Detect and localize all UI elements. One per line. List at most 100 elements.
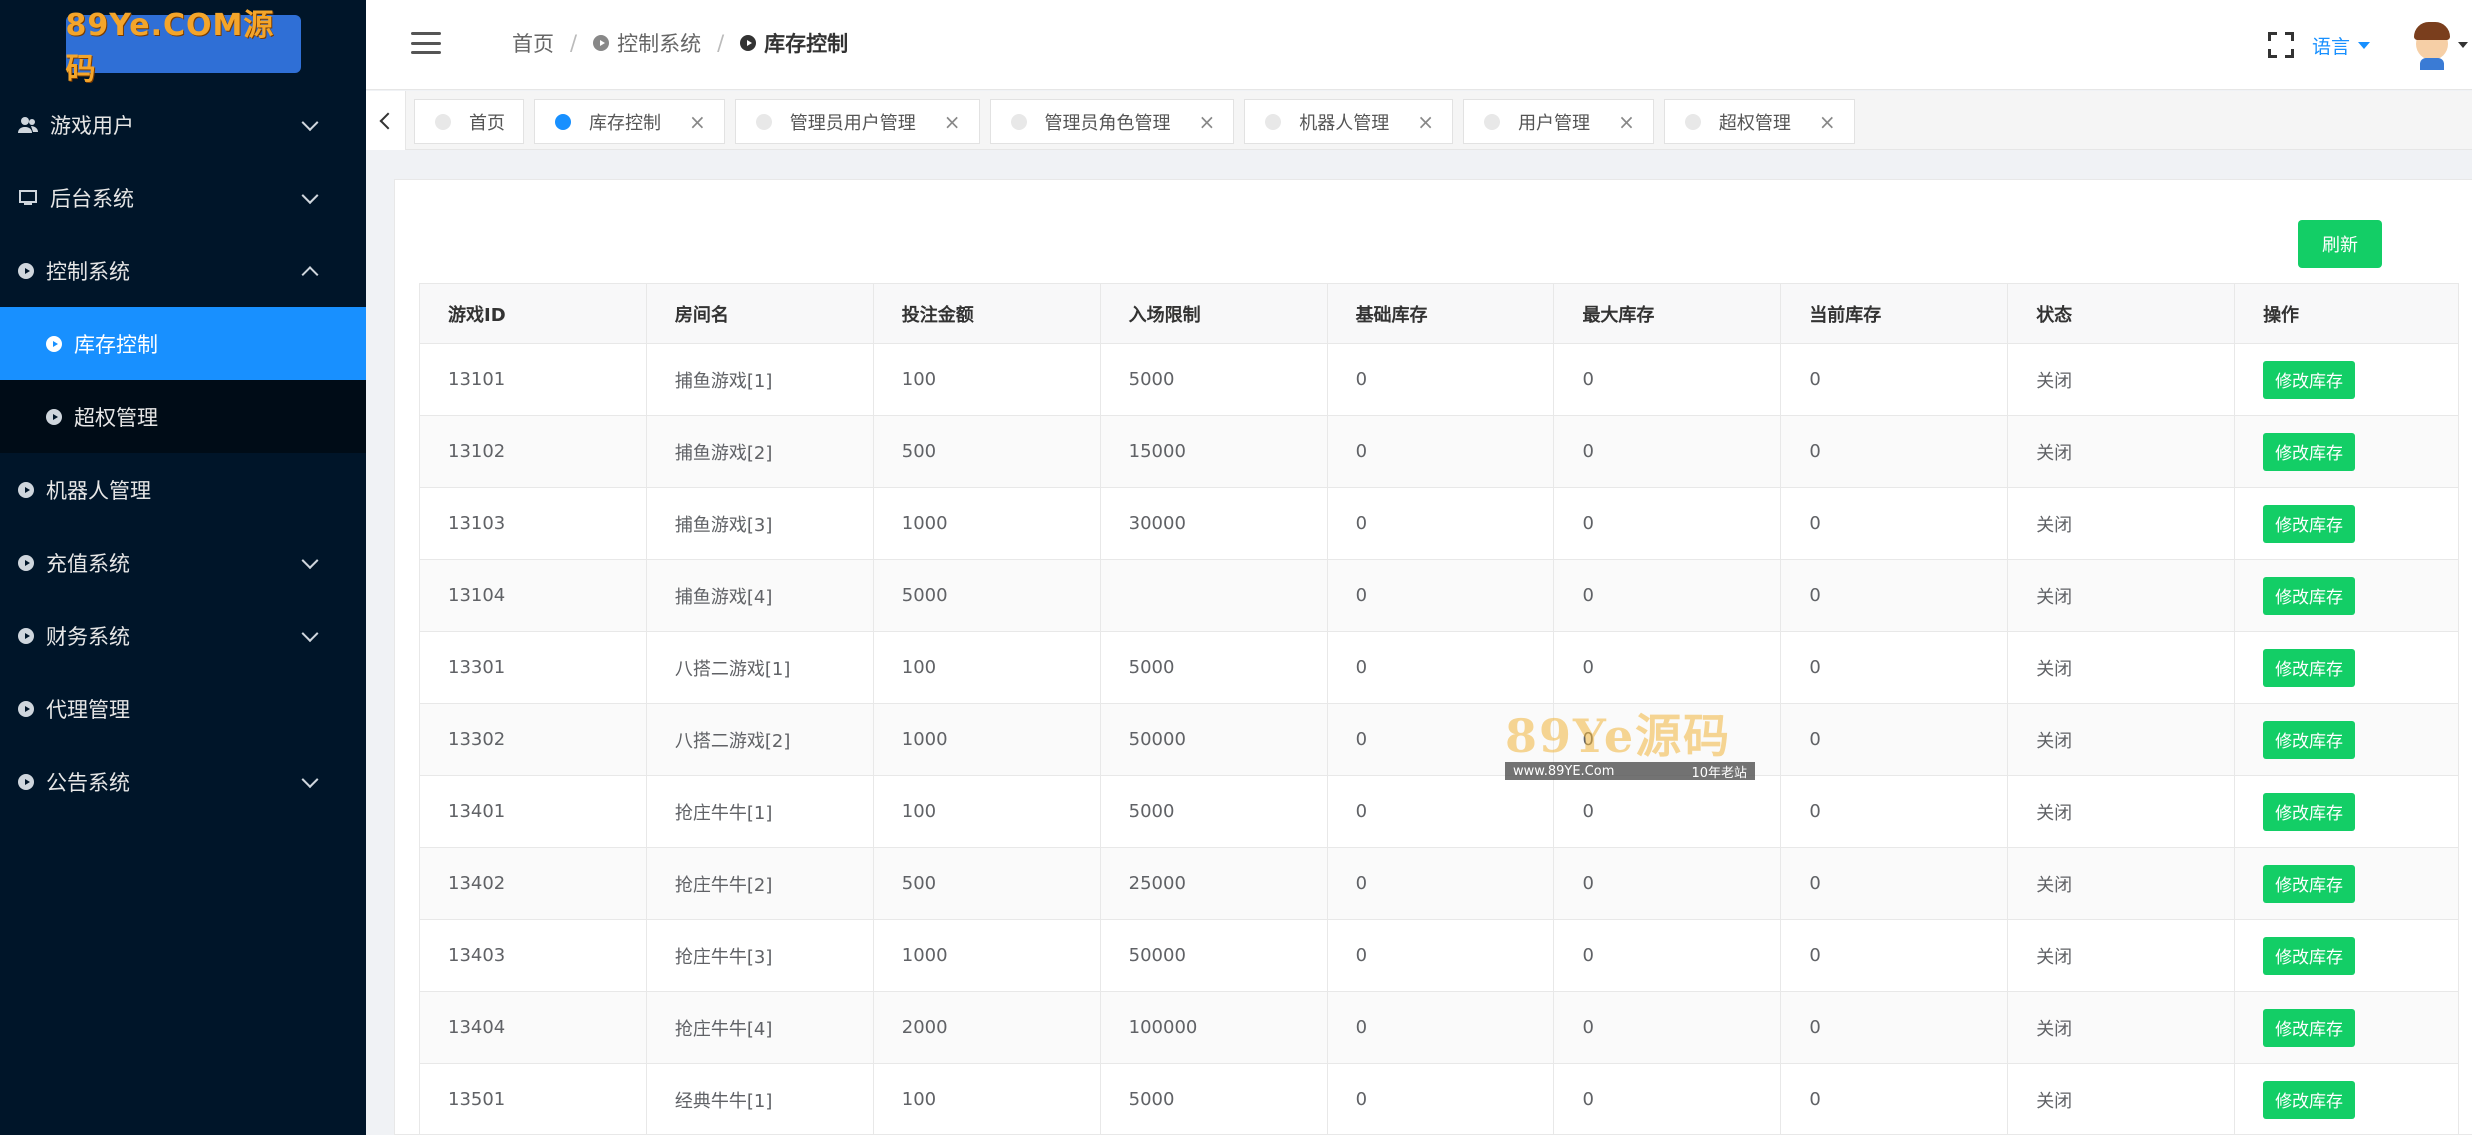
- table-cell: 0: [1780, 631, 2009, 704]
- play-circle-icon: [18, 773, 34, 790]
- column-header[interactable]: 状态: [2007, 283, 2236, 344]
- column-header[interactable]: 入场限制: [1099, 283, 1328, 344]
- breadcrumb-label: 首页: [512, 32, 554, 56]
- column-header[interactable]: 基础库存: [1326, 283, 1555, 344]
- sidebar-item-label: 代理管理: [46, 697, 130, 722]
- play-circle-icon: [593, 35, 610, 51]
- hamburger-menu-icon[interactable]: [411, 32, 441, 54]
- language-dropdown[interactable]: 语言: [2312, 32, 2370, 59]
- edit-inventory-button[interactable]: 修改库存: [2263, 936, 2356, 975]
- column-header[interactable]: 最大库存: [1553, 283, 1782, 344]
- edit-inventory-button[interactable]: 修改库存: [2263, 1080, 2356, 1119]
- table-cell: 0: [1553, 1063, 1782, 1135]
- table-cell: 15000: [1099, 415, 1328, 488]
- edit-inventory-button[interactable]: 修改库存: [2263, 576, 2356, 615]
- edit-inventory-button[interactable]: 修改库存: [2263, 1008, 2356, 1047]
- table-cell: 100: [872, 775, 1101, 848]
- refresh-button[interactable]: 刷新: [2298, 220, 2382, 268]
- close-icon[interactable]: ×: [1819, 112, 1836, 132]
- column-header[interactable]: 游戏ID: [419, 283, 647, 344]
- table-cell: 0: [1553, 703, 1782, 776]
- column-header[interactable]: 投注金额: [872, 283, 1101, 344]
- column-header[interactable]: 操作: [2234, 283, 2459, 344]
- close-icon[interactable]: ×: [1417, 112, 1434, 132]
- sidebar-subitem-inventory-control[interactable]: 库存控制: [0, 307, 366, 380]
- sidebar-item-finance[interactable]: 财务系统: [0, 599, 366, 672]
- tab-status-dot: [435, 113, 451, 130]
- logo[interactable]: 89Ye.COM源码: [65, 8, 301, 87]
- status-cell: 关闭: [2007, 1063, 2236, 1135]
- table-cell: 100: [872, 631, 1101, 704]
- table-cell: 0: [1326, 343, 1555, 416]
- breadcrumb-control-system[interactable]: 控制系统: [593, 28, 701, 58]
- tab-status-dot: [555, 113, 571, 130]
- edit-inventory-button[interactable]: 修改库存: [2263, 648, 2356, 687]
- table-cell: [1099, 559, 1328, 632]
- tab-status-dot: [755, 113, 772, 130]
- table-row: 13404 抢庄牛牛[4] 2000 100000 0 0 0 关闭 修改库存: [419, 991, 2459, 1064]
- close-icon[interactable]: ×: [944, 112, 961, 132]
- close-icon[interactable]: ×: [1199, 112, 1216, 132]
- edit-inventory-button[interactable]: 修改库存: [2263, 504, 2356, 543]
- table-cell: 0: [1553, 415, 1782, 488]
- chevron-down-icon: [301, 551, 319, 569]
- table-cell: 0: [1780, 343, 2009, 416]
- action-cell: 修改库存: [2234, 415, 2459, 488]
- table-cell: 0: [1553, 847, 1782, 920]
- edit-inventory-button[interactable]: 修改库存: [2263, 432, 2356, 471]
- caret-down-icon[interactable]: [2458, 42, 2468, 48]
- status-cell: 关闭: [2007, 559, 2236, 632]
- table-cell: 捕鱼游戏[3]: [645, 487, 874, 560]
- table-cell: 0: [1780, 991, 2009, 1064]
- tab-admin-role-management[interactable]: 管理员角色管理 ×: [989, 99, 1235, 144]
- close-icon[interactable]: ×: [1618, 112, 1635, 132]
- tab-label: 管理员用户管理: [789, 112, 916, 134]
- table-cell: 13501: [419, 1063, 647, 1135]
- table-cell: 抢庄牛牛[2]: [645, 847, 874, 920]
- sidebar-item-game-users[interactable]: 游戏用户: [0, 88, 366, 161]
- table-cell: 0: [1326, 991, 1555, 1064]
- tab-label: 库存控制: [589, 112, 661, 134]
- sidebar-item-agent[interactable]: 代理管理: [0, 672, 366, 745]
- breadcrumb-home[interactable]: 首页: [512, 28, 554, 58]
- tabs-scroll-left-icon[interactable]: [366, 91, 406, 150]
- sidebar-item-control[interactable]: 控制系统: [0, 234, 366, 307]
- table-cell: 13402: [419, 847, 647, 920]
- sidebar-item-label: 后台系统: [50, 186, 134, 211]
- tab-home[interactable]: 首页: [414, 99, 524, 144]
- table-row: 13402 抢庄牛牛[2] 500 25000 0 0 0 关闭 修改库存: [419, 847, 2459, 920]
- table-cell: 0: [1780, 703, 2009, 776]
- tab-user-management[interactable]: 用户管理 ×: [1463, 99, 1654, 144]
- table-cell: 25000: [1099, 847, 1328, 920]
- sidebar-item-label: 公告系统: [46, 770, 130, 795]
- column-header[interactable]: 当前库存: [1780, 283, 2009, 344]
- table-cell: 0: [1780, 559, 2009, 632]
- tab-robot-management[interactable]: 机器人管理 ×: [1244, 99, 1454, 144]
- close-icon[interactable]: ×: [689, 112, 706, 132]
- sidebar-item-backend[interactable]: 后台系统: [0, 161, 366, 234]
- sidebar-subitem-label: 库存控制: [74, 332, 158, 357]
- action-cell: 修改库存: [2234, 1063, 2459, 1135]
- edit-inventory-button[interactable]: 修改库存: [2263, 792, 2356, 831]
- table-cell: 13401: [419, 775, 647, 848]
- edit-inventory-button[interactable]: 修改库存: [2263, 864, 2356, 903]
- breadcrumb-current: 库存控制: [740, 28, 848, 58]
- sidebar-menu: 游戏用户 后台系统 控制系统 库存控制 超权管理 机器人管理 充值系统 财务系统…: [0, 88, 366, 818]
- column-header[interactable]: 房间名: [645, 283, 874, 344]
- table-cell: 0: [1780, 487, 2009, 560]
- table-cell: 0: [1780, 775, 2009, 848]
- sidebar-item-recharge[interactable]: 充值系统: [0, 526, 366, 599]
- status-cell: 关闭: [2007, 919, 2236, 992]
- table-cell: 0: [1780, 919, 2009, 992]
- edit-inventory-button[interactable]: 修改库存: [2263, 720, 2356, 759]
- fullscreen-icon[interactable]: [2267, 32, 2294, 58]
- tab-inventory-control[interactable]: 库存控制 ×: [534, 99, 725, 144]
- table-cell: 八搭二游戏[2]: [645, 703, 874, 776]
- sidebar-item-announcement[interactable]: 公告系统: [0, 745, 366, 818]
- sidebar-subitem-super-permission[interactable]: 超权管理: [0, 380, 366, 453]
- avatar[interactable]: [2410, 20, 2454, 70]
- tab-admin-user-management[interactable]: 管理员用户管理 ×: [734, 99, 980, 144]
- tab-super-permission[interactable]: 超权管理 ×: [1663, 99, 1855, 144]
- edit-inventory-button[interactable]: 修改库存: [2263, 360, 2356, 399]
- sidebar-item-robot[interactable]: 机器人管理: [0, 453, 366, 526]
